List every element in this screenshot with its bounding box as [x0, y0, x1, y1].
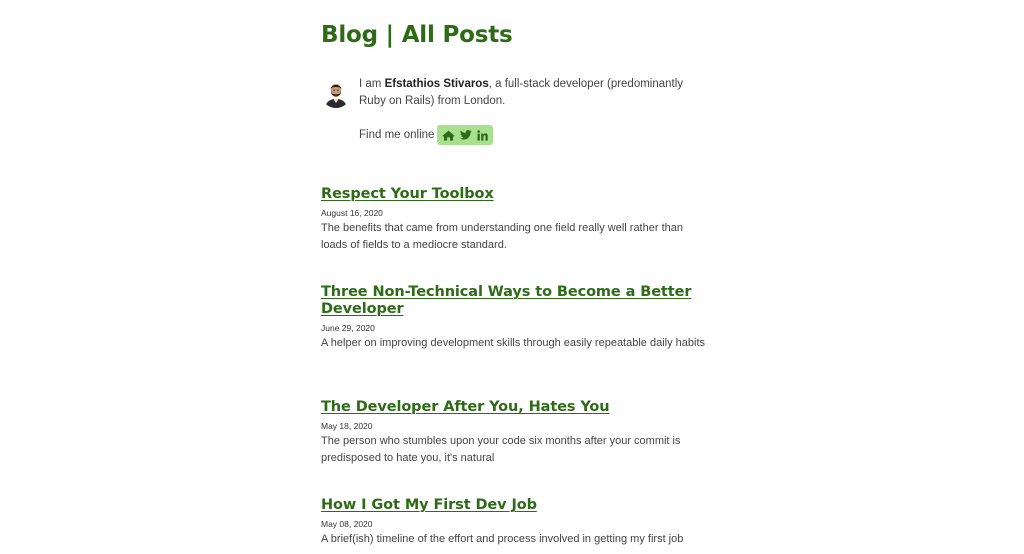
post-description: A helper on improving development skills…	[321, 337, 706, 349]
social-links	[437, 125, 494, 145]
page-title: Blog | All Posts	[321, 22, 513, 48]
author-bio: I am Efstathios Stivaros, a full-stack d…	[321, 76, 705, 156]
bio-text: I am Efstathios Stivaros, a full-stack d…	[359, 76, 705, 110]
home-icon	[442, 130, 456, 141]
post-title-link[interactable]: Three Non-Technical Ways to Become a Bet…	[321, 284, 705, 318]
bio-intro-prefix: I am	[359, 78, 385, 90]
post-date: August 16, 2020	[321, 208, 383, 218]
post-date: June 29, 2020	[321, 323, 375, 333]
post-date: May 18, 2020	[321, 421, 373, 431]
post-title-link[interactable]: How I Got My First Dev Job	[321, 497, 705, 514]
find-online-row: Find me online	[359, 124, 494, 146]
post-date: May 08, 2020	[321, 519, 373, 529]
post-item: Three Non-Technical Ways to Become a Bet…	[321, 284, 705, 352]
author-name: Efstathios Stivaros	[384, 78, 489, 90]
post-item: The Developer After You, Hates You May 1…	[321, 399, 705, 467]
home-link[interactable]	[442, 130, 456, 141]
post-title-link[interactable]: The Developer After You, Hates You	[321, 399, 705, 416]
find-online-label: Find me online	[359, 129, 435, 141]
post-item: How I Got My First Dev Job May 08, 2020 …	[321, 497, 705, 548]
post-item: Respect Your Toolbox August 16, 2020 The…	[321, 186, 705, 254]
post-description: The benefits that came from understandin…	[321, 222, 683, 251]
post-description: The person who stumbles upon your code s…	[321, 435, 681, 464]
post-description: A brief(ish) timeline of the effort and …	[321, 533, 684, 545]
twitter-link[interactable]	[460, 130, 473, 140]
avatar	[321, 78, 351, 108]
twitter-icon	[460, 130, 473, 140]
linkedin-icon	[477, 129, 489, 141]
post-title-link[interactable]: Respect Your Toolbox	[321, 186, 705, 203]
linkedin-link[interactable]	[477, 129, 489, 141]
